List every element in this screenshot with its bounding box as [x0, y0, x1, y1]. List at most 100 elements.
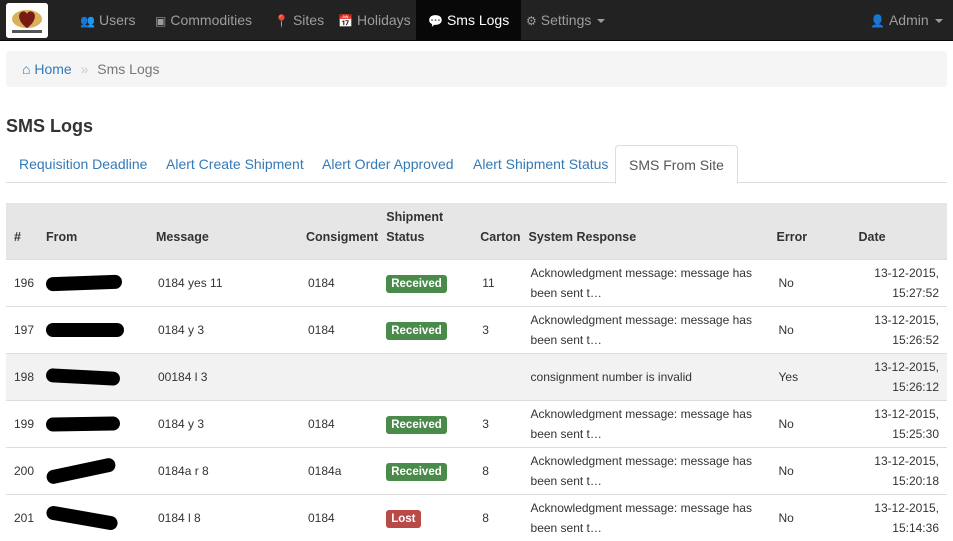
cell-from-redacted	[42, 305, 152, 353]
cell-status: Received	[382, 446, 477, 494]
cell-from-redacted	[42, 446, 152, 494]
tab-alert-shipment-status[interactable]: Alert Shipment Status	[460, 145, 621, 183]
table-row: 200 0184a r 8 0184a Received 8 Acknowled…	[6, 446, 947, 494]
cell-status: Received	[382, 258, 477, 306]
nav-sites[interactable]: 📍 Sites	[262, 0, 336, 41]
calendar-icon: 📅	[338, 14, 353, 28]
redaction-mark	[46, 322, 124, 337]
tab-requisition-deadline[interactable]: Requisition Deadline	[6, 145, 160, 183]
nav-settings[interactable]: ⚙ Settings	[514, 0, 617, 41]
col-header-num[interactable]: #	[6, 203, 42, 259]
col-header-date[interactable]: Date	[854, 203, 947, 259]
cell-message: 0184 y 3	[152, 305, 302, 353]
cell-carton	[476, 352, 525, 400]
nav-users[interactable]: 👥 Users	[68, 0, 148, 41]
cell-consignment: 0184	[302, 399, 383, 447]
cell-from-redacted	[42, 493, 152, 541]
status-badge: Received	[386, 415, 447, 434]
cell-message: 0184 l 8	[152, 493, 302, 541]
cell-status: Received	[382, 399, 477, 447]
cell-date: 13-12-2015, 15:26:52	[854, 305, 947, 353]
cell-carton: 3	[476, 305, 525, 353]
table-header-row: # From Message Consigment Shipment Status…	[6, 203, 947, 259]
cell-num: 197	[6, 305, 42, 353]
user-icon: 👤	[870, 14, 885, 28]
cell-consignment: 0184a	[302, 446, 383, 494]
cell-error: Yes	[772, 352, 855, 400]
home-icon: ⌂	[22, 61, 31, 77]
redaction-mark	[45, 456, 117, 485]
nav-holidays[interactable]: 📅 Holidays	[326, 0, 423, 41]
cell-response: Acknowledgment message: message has been…	[524, 305, 773, 353]
cell-error: No	[772, 399, 855, 447]
breadcrumb: ⌂ Home » Sms Logs	[6, 51, 947, 87]
cell-num: 196	[6, 258, 42, 306]
page-title: SMS Logs	[6, 116, 94, 136]
col-header-carton[interactable]: Carton	[476, 203, 525, 259]
tab-sms-from-site[interactable]: SMS From Site	[615, 145, 738, 184]
cell-carton: 8	[476, 493, 525, 541]
cell-error: No	[772, 493, 855, 541]
col-header-error[interactable]: Error	[772, 203, 855, 259]
col-header-message[interactable]: Message	[152, 203, 302, 259]
cell-response: Acknowledgment message: message has been…	[524, 399, 773, 447]
col-header-consignment[interactable]: Consigment	[302, 203, 383, 259]
table-row: 199 0184 y 3 0184 Received 3 Acknowledgm…	[6, 399, 947, 447]
cell-from-redacted	[42, 352, 152, 400]
cell-num: 200	[6, 446, 42, 494]
sms-log-tabs: Requisition Deadline Alert Create Shipme…	[6, 145, 947, 184]
cell-carton: 3	[476, 399, 525, 447]
cell-date: 13-12-2015, 15:27:52	[854, 258, 947, 306]
cell-response: Acknowledgment message: message has been…	[524, 446, 773, 494]
map-marker-icon: 📍	[274, 14, 289, 28]
cell-carton: 11	[476, 258, 525, 306]
tab-alert-order-approved[interactable]: Alert Order Approved	[309, 145, 467, 183]
nav-commodities[interactable]: ▣ Commodities	[143, 0, 264, 41]
cell-error: No	[772, 258, 855, 306]
cell-carton: 8	[476, 446, 525, 494]
top-navbar: 👥 Users ▣ Commodities 📍 Sites 📅 Holidays 💬 Sm…	[0, 0, 953, 41]
briefcase-icon: ▣	[155, 14, 167, 28]
cell-status	[382, 352, 477, 400]
cell-message: 0184a r 8	[152, 446, 302, 494]
caret-down-icon	[934, 19, 943, 24]
table-row: 197 0184 y 3 0184 Received 3 Acknowledgm…	[6, 305, 947, 353]
table-row: 198 00184 l 3 consignment number is inva…	[6, 352, 947, 400]
cell-status: Received	[382, 305, 477, 353]
breadcrumb-current: Sms Logs	[97, 61, 160, 77]
brand-logo[interactable]	[6, 3, 48, 38]
nav-sms-logs[interactable]: 💬 Sms Logs	[416, 0, 522, 41]
status-badge: Received	[386, 321, 447, 340]
cell-date: 13-12-2015, 15:14:36	[854, 493, 947, 541]
caret-down-icon	[597, 19, 606, 24]
cell-date: 13-12-2015, 15:25:30	[854, 399, 947, 447]
cell-consignment: 0184	[302, 493, 383, 541]
col-header-from[interactable]: From	[42, 203, 152, 259]
breadcrumb-home[interactable]: ⌂ Home	[22, 61, 72, 77]
cell-response: Acknowledgment message: message has been…	[524, 493, 773, 541]
cell-consignment	[302, 352, 383, 400]
redaction-mark	[45, 415, 121, 432]
sms-log-table: # From Message Consigment Shipment Status…	[6, 203, 947, 541]
cell-num: 201	[6, 493, 42, 541]
cell-response: Acknowledgment message: message has been…	[524, 258, 773, 306]
users-icon: 👥	[80, 14, 95, 28]
heart-logo-icon	[6, 3, 48, 38]
col-header-system-response[interactable]: System Response	[524, 203, 773, 259]
redaction-mark	[45, 367, 121, 386]
cell-num: 198	[6, 352, 42, 400]
comment-icon: 💬	[428, 14, 443, 28]
col-header-shipment-status[interactable]: Shipment Status	[382, 203, 477, 259]
cell-consignment: 0184	[302, 305, 383, 353]
redaction-mark	[45, 274, 123, 291]
tab-alert-create-shipment[interactable]: Alert Create Shipment	[153, 145, 317, 183]
cell-message: 0184 y 3	[152, 399, 302, 447]
nav-admin-user[interactable]: 👤 Admin	[858, 0, 953, 41]
breadcrumb-separator: »	[80, 61, 89, 77]
cell-consignment: 0184	[302, 258, 383, 306]
cell-message: 0184 yes 11	[152, 258, 302, 306]
status-badge: Received	[386, 274, 447, 293]
cell-date: 13-12-2015, 15:20:18	[854, 446, 947, 494]
redaction-mark	[45, 504, 119, 531]
cell-status: Lost	[382, 493, 477, 541]
